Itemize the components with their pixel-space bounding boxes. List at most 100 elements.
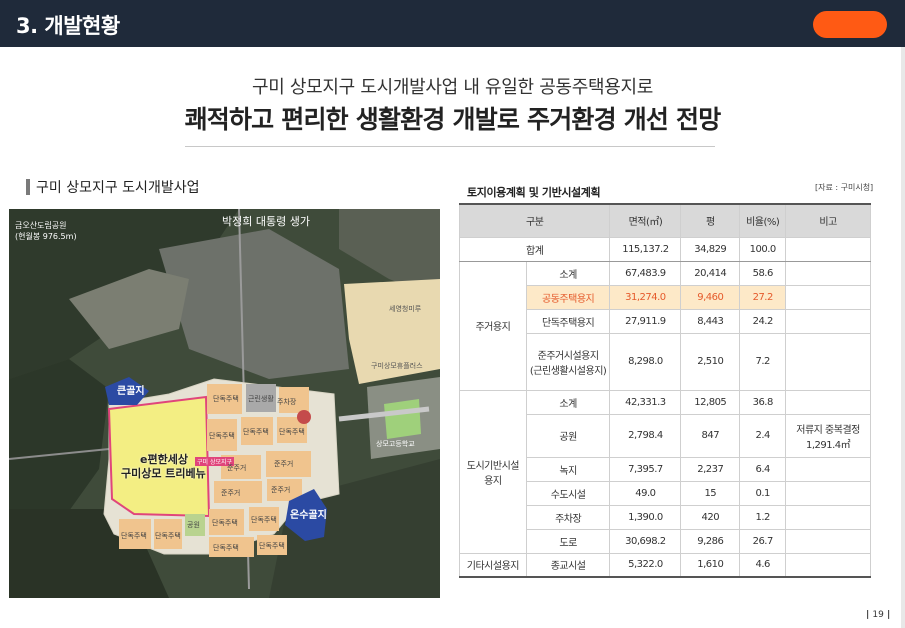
header-category: 구분 xyxy=(458,203,611,238)
cell-note xyxy=(785,480,871,506)
cell-label: 주차장 xyxy=(525,504,611,530)
plot-label: 준주거 xyxy=(274,460,294,468)
table-row: 기타시설용지 종교시설 5,322.0 1,610 4.6 xyxy=(459,552,871,578)
cell-note: 저류지 중복결정 1,291.4㎡ xyxy=(785,413,871,458)
headline-line-2: 쾌적하고 편리한 생활환경 개발로 주거환경 개선 전망 xyxy=(184,105,722,134)
cell-label: 소계 xyxy=(525,260,611,286)
cell-ratio: 0.1 xyxy=(739,480,787,506)
cell-area: 2,798.4 xyxy=(609,413,682,458)
birthplace-label: 박정희 대통령 생가 xyxy=(222,215,310,228)
cell-area: 49.0 xyxy=(609,480,682,506)
cell-label: 공동주택용지 xyxy=(525,284,611,310)
cell-ratio: 36.8 xyxy=(739,389,787,415)
school-label: 상모고등학교 xyxy=(376,440,415,448)
plot-label: 단독주택 xyxy=(279,428,305,436)
note-line-1: 저류지 중복결정 xyxy=(796,424,860,436)
cell-ratio: 27.2 xyxy=(739,284,787,310)
cell-pyeong: 9,460 xyxy=(680,284,741,310)
cell-pyeong: 15 xyxy=(680,480,741,506)
cell-ratio: 1.2 xyxy=(739,504,787,530)
plot-label: 단독주택 xyxy=(155,532,181,540)
cell-area: 7,395.7 xyxy=(609,456,682,482)
cell-area: 27,911.9 xyxy=(609,308,682,334)
cell-ratio: 6.4 xyxy=(739,456,787,482)
cell-area: 115,137.2 xyxy=(609,236,682,262)
cell-pyeong: 847 xyxy=(680,413,741,458)
orange-badge xyxy=(813,11,887,38)
header-pyeong: 평 xyxy=(680,203,741,238)
cell-pyeong: 20,414 xyxy=(680,260,741,286)
group-residential: 주거용지 xyxy=(459,260,527,391)
header-area: 면적(㎡) xyxy=(609,203,682,238)
land-use-table: 구분 면적(㎡) 평 비율(%) 비고 합계 115,137.2 34,829 … xyxy=(458,203,871,578)
park-area: (현월봉 976.5m) xyxy=(15,232,77,241)
aerial-map: 금오산도립공원 (현월봉 976.5m) 박정희 대통령 생가 큰골지 온수골지… xyxy=(9,209,440,598)
header-bar: 3. 개발현황 xyxy=(0,0,905,47)
cell-pyeong: 2,237 xyxy=(680,456,741,482)
map-section-title: 구미 상모지구 도시개발사업 xyxy=(26,177,199,197)
plot-label: 단독주택 xyxy=(243,428,269,436)
cell-note xyxy=(785,389,871,415)
plot-label: 준주거 xyxy=(221,489,241,497)
cell-pyeong: 9,286 xyxy=(680,528,741,554)
plot-label: 단독주택 xyxy=(259,542,285,550)
cell-area: 30,698.2 xyxy=(609,528,682,554)
cell-note xyxy=(785,552,871,578)
group-infra: 도시기반시설 용지 xyxy=(459,389,527,554)
cell-label: 녹지 xyxy=(525,456,611,482)
cell-label: 수도시설 xyxy=(525,480,611,506)
cell-label: 소계 xyxy=(525,389,611,415)
cell-note xyxy=(785,528,871,554)
cell-ratio: 24.2 xyxy=(739,308,787,334)
cell-note xyxy=(785,284,871,310)
cell-area: 31,274.0 xyxy=(609,284,682,310)
cell-label: 합계 xyxy=(458,236,611,262)
big-hill-label: 큰골지 xyxy=(117,386,145,397)
cell-note xyxy=(785,332,871,391)
plot-label: 단독주택 xyxy=(212,519,238,527)
plot-label: 단독주택 xyxy=(213,395,239,403)
cell-ratio: 2.4 xyxy=(739,413,787,458)
note-line-2: 1,291.4㎡ xyxy=(806,439,851,451)
cell-label: 단독주택용지 xyxy=(525,308,611,334)
cell-pyeong: 34,829 xyxy=(680,236,741,262)
park-label: 금오산도립공원 xyxy=(15,221,67,230)
cell-pyeong: 8,443 xyxy=(680,308,741,334)
apt1-label: 세영청미루 xyxy=(389,305,422,313)
cell-area: 1,390.0 xyxy=(609,504,682,530)
cell-label-line-2: (근린생활시설용지) xyxy=(529,365,607,377)
cell-label: 공원 xyxy=(525,413,611,458)
cell-pyeong: 1,610 xyxy=(680,552,741,578)
group-other: 기타시설용지 xyxy=(459,552,527,578)
cell-area: 67,483.9 xyxy=(609,260,682,286)
headline-line-1: 구미 상모지구 도시개발사업 내 유일한 공동주택용지로 xyxy=(251,77,654,98)
cell-ratio: 100.0 xyxy=(739,236,787,262)
cell-note xyxy=(785,504,871,530)
header-note: 비고 xyxy=(785,203,871,238)
plot-label: 단독주택 xyxy=(213,544,239,552)
table-source: [자료 : 구미시청] xyxy=(815,183,874,192)
cell-label: 종교시설 xyxy=(525,552,611,578)
cell-ratio: 7.2 xyxy=(739,332,787,391)
cell-note xyxy=(785,236,871,262)
apt2-label: 구미상모휴플러스 xyxy=(371,362,423,370)
site-name-2: 구미상모 트리베뉴 xyxy=(121,467,206,480)
page-number-value: 19 xyxy=(872,610,884,620)
cell-area: 42,331.3 xyxy=(609,389,682,415)
plot-label: 단독주택 xyxy=(209,432,235,440)
page-title: 3. 개발현황 xyxy=(16,14,120,38)
cell-ratio: 4.6 xyxy=(739,552,787,578)
cell-label: 준주거시설용지 (근린생활시설용지) xyxy=(525,332,611,391)
headline-divider xyxy=(185,146,715,147)
cell-label-line-1: 준주거시설용지 xyxy=(537,350,599,362)
plot-label: 단독주택 xyxy=(251,516,277,524)
plot-label: 공원 xyxy=(187,521,200,529)
table-row: 합계 115,137.2 34,829 100.0 xyxy=(458,236,871,262)
cell-pyeong: 420 xyxy=(680,504,741,530)
cell-area: 5,322.0 xyxy=(609,552,682,578)
plot-label: 준주거 xyxy=(271,486,291,494)
cell-note xyxy=(785,456,871,482)
plot-label: 근린생활 xyxy=(248,395,274,403)
cell-ratio: 58.6 xyxy=(739,260,787,286)
table-title: 토지이용계획 및 기반시설계획 xyxy=(467,186,601,199)
